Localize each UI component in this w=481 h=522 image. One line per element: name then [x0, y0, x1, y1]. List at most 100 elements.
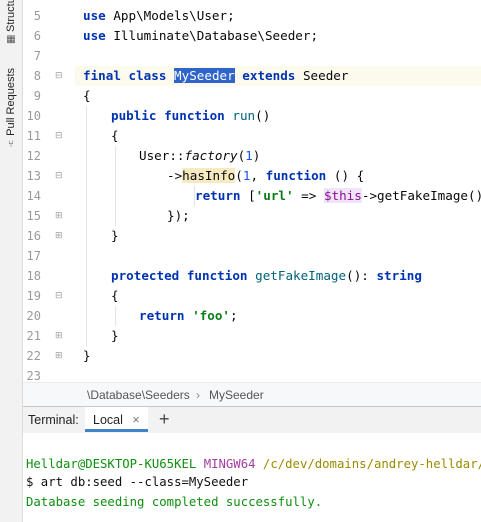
brace: {: [111, 288, 119, 303]
line-number: 9: [33, 89, 41, 103]
method-name: run: [232, 108, 256, 123]
parent-class: Seeder: [302, 68, 349, 83]
keyword: function: [164, 108, 225, 123]
code-line-9: {: [75, 86, 481, 106]
comma: ,: [250, 168, 266, 183]
code-text: () {: [326, 168, 365, 183]
breadcrumb-namespace[interactable]: \Database\Seeders: [87, 383, 190, 407]
keyword: extends: [242, 68, 296, 83]
terminal-output[interactable]: Helldar@DESKTOP-KU65KEL MINGW64 /c/dev/d…: [23, 433, 481, 522]
prompt-path: /c/dev/domains/andrey-helldar/ai-: [262, 457, 481, 471]
operator: =>: [293, 188, 324, 203]
fold-closure-end-icon[interactable]: ⊞: [55, 206, 65, 226]
code-line-6: use Illuminate\Database\Seeder;: [75, 26, 481, 46]
line-number: 7: [33, 49, 41, 63]
code-line-10: public function run(): [75, 106, 481, 126]
fold-run-icon[interactable]: ⊟: [55, 126, 65, 146]
line-number: 5: [33, 9, 41, 23]
brace: }: [111, 228, 119, 243]
arrow: ->: [167, 168, 183, 183]
line-number: 18: [26, 269, 41, 283]
line-number: 22: [26, 349, 41, 363]
keyword: class: [128, 68, 167, 83]
fold-class-end-icon[interactable]: ⊞: [55, 346, 65, 366]
prompt-user: Helldar@DESKTOP-KU65KEL: [26, 457, 197, 471]
structure-tab[interactable]: Structure ▦: [0, 0, 22, 46]
code-line-8: final class MySeeder extends Seeder: [75, 66, 481, 86]
line-number: 14: [26, 189, 41, 203]
brace: {: [111, 128, 119, 143]
code-line-16: }: [75, 226, 481, 246]
method-call: ->getFakeImage(): [361, 188, 481, 203]
line-number: 16: [26, 229, 41, 243]
pull-requests-tab[interactable]: Pull Requests ⑂: [0, 68, 22, 151]
code-text: (): [255, 108, 271, 123]
this-variable: $this: [323, 188, 362, 203]
brace: }: [111, 328, 119, 343]
line-number: 20: [26, 309, 41, 323]
keyword: use: [83, 28, 106, 43]
chevron-right-icon: ›: [196, 388, 200, 402]
keyword: string: [376, 268, 422, 283]
breadcrumb-gutter: [23, 382, 75, 407]
string: 'url': [255, 188, 294, 203]
bracket: [: [240, 188, 256, 203]
number: 1: [245, 148, 253, 163]
line-number: 8: [33, 69, 41, 83]
breadcrumb: \Database\Seeders › MySeeder: [75, 382, 481, 407]
line-number: 6: [33, 29, 41, 43]
structure-tab-label: Structure: [5, 0, 17, 32]
keyword: return: [195, 188, 241, 203]
fold-closure-icon[interactable]: ⊟: [55, 166, 65, 186]
code-line-12: User::factory(1): [75, 146, 481, 166]
code-text: });: [167, 208, 190, 223]
string: 'foo': [192, 308, 231, 323]
fold-class-icon[interactable]: ⊟: [55, 66, 65, 86]
paren: ): [252, 148, 261, 163]
line-number: 21: [26, 329, 41, 343]
tab-local[interactable]: Local ×: [85, 407, 148, 432]
breadcrumb-class[interactable]: MySeeder: [209, 383, 264, 407]
line-number: 15: [26, 209, 41, 223]
terminal-command-line: $ art db:seed --class=MySeeder: [26, 475, 249, 489]
keyword: function: [186, 268, 248, 283]
code-line-19: {: [75, 286, 481, 306]
brace: }: [83, 348, 91, 363]
terminal-output-line: Database seeding completed successfully.: [26, 495, 323, 509]
static-method: factory: [184, 148, 238, 163]
code-editor[interactable]: use App\Models\User; use Illuminate\Data…: [75, 0, 481, 382]
keyword: public: [111, 108, 157, 123]
code-line-22: }: [75, 346, 481, 366]
prompt-env: MINGW64: [203, 457, 256, 471]
paren: (: [235, 168, 243, 183]
fold-run-end-icon[interactable]: ⊞: [55, 226, 65, 246]
method-name: getFakeImage: [255, 268, 347, 283]
code-text: App\Models\User;: [105, 8, 235, 23]
keyword: protected: [111, 268, 180, 283]
close-icon[interactable]: ×: [132, 413, 139, 427]
fold-method-end-icon[interactable]: ⊞: [55, 326, 65, 346]
add-tab-icon[interactable]: +: [159, 409, 170, 430]
terminal-label: Terminal:: [28, 413, 79, 427]
semicolon: ;: [230, 308, 238, 323]
fold-method-icon[interactable]: ⊟: [55, 286, 65, 306]
keyword: use: [83, 8, 106, 23]
line-number: 19: [26, 289, 41, 303]
code-line-21: }: [75, 326, 481, 346]
code-line-5: use App\Models\User;: [75, 6, 481, 26]
keyword: final: [83, 68, 121, 83]
pull-request-icon: ⑂: [8, 138, 14, 150]
line-number: 12: [26, 149, 41, 163]
code-text: ():: [346, 268, 377, 283]
terminal-header: Terminal: Local × +: [23, 406, 481, 434]
code-line-11: {: [75, 126, 481, 146]
code-line-20: return 'foo';: [75, 306, 481, 326]
keyword: return: [139, 308, 185, 323]
class-name-selected: MySeeder: [174, 68, 235, 83]
keyword: function: [265, 168, 327, 183]
structure-icon: ▦: [6, 34, 16, 45]
method-call-highlighted: hasInfo: [182, 168, 236, 183]
code-line-15: });: [75, 206, 481, 226]
line-number: 11: [26, 129, 41, 143]
terminal-prompt-line: Helldar@DESKTOP-KU65KEL MINGW64 /c/dev/d…: [26, 454, 481, 474]
